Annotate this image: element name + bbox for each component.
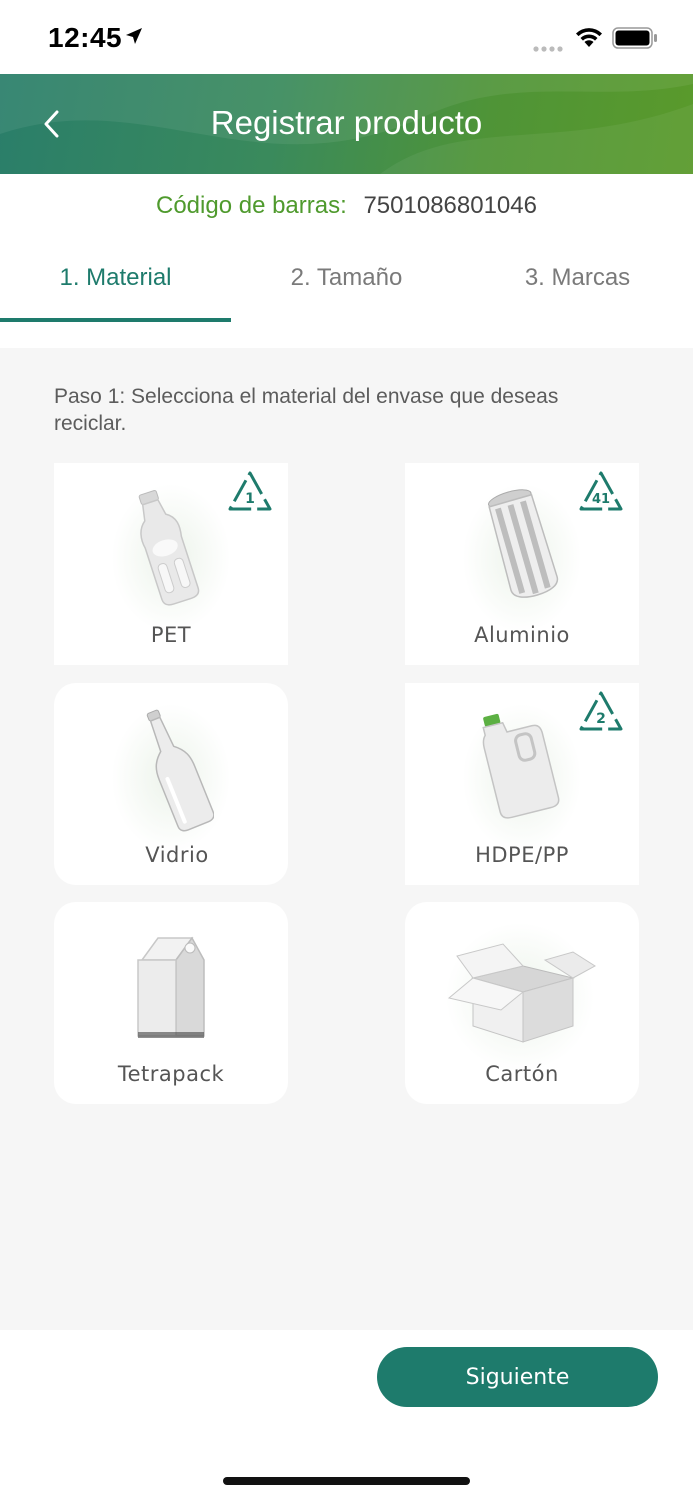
material-card-aluminio[interactable]: 41 Aluminio xyxy=(405,463,639,665)
tab-material[interactable]: 1. Material xyxy=(0,240,231,322)
tab-marcas[interactable]: 3. Marcas xyxy=(462,240,693,322)
status-time: 12:45 xyxy=(48,22,123,53)
material-label: PET xyxy=(150,623,192,647)
material-label: Aluminio xyxy=(474,623,570,647)
aluminum-can-icon xyxy=(488,489,559,598)
battery-icon xyxy=(612,27,658,54)
recycle-icon: 41 xyxy=(579,471,623,511)
location-arrow-icon xyxy=(124,26,144,51)
glass-bottle-icon xyxy=(146,709,214,832)
barcode-row: Código de barras: 7501086801046 xyxy=(0,192,693,220)
cardboard-box-icon xyxy=(447,943,596,1043)
material-label: HDPE/PP xyxy=(475,843,569,867)
material-label: Tetrapack xyxy=(117,1062,225,1086)
tab-tamano[interactable]: 2. Tamaño xyxy=(231,240,462,322)
material-card-pet[interactable]: 1 PET xyxy=(54,463,288,665)
svg-text:41: 41 xyxy=(592,492,610,507)
recycle-icon: 1 xyxy=(228,471,272,511)
material-card-vidrio[interactable]: Vidrio xyxy=(54,683,288,885)
cellular-signal-icon xyxy=(533,40,565,58)
footer: Siguiente xyxy=(0,1330,693,1500)
step-tabs: 1. Material 2. Tamaño 3. Marcas xyxy=(0,240,693,322)
material-label: Cartón xyxy=(485,1062,559,1086)
wifi-icon xyxy=(574,26,604,53)
instruction-text: Paso 1: Selecciona el material del envas… xyxy=(54,385,559,435)
barcode-label: Código de barras: xyxy=(156,192,347,219)
home-indicator xyxy=(223,1477,470,1485)
plastic-bottle-icon xyxy=(138,490,200,606)
recycle-icon: 2 xyxy=(579,691,623,731)
material-selection-area: Paso 1: Selecciona el material del envas… xyxy=(0,348,693,1330)
app-header: Registrar producto xyxy=(0,74,693,174)
material-card-hdpe-pp[interactable]: 2 HDPE/PP xyxy=(405,683,639,885)
status-bar: 12:45 xyxy=(0,0,693,74)
material-card-carton[interactable]: Cartón xyxy=(405,902,639,1104)
material-card-tetrapack[interactable]: Tetrapack xyxy=(54,902,288,1104)
jug-icon xyxy=(482,713,560,819)
barcode-value: 7501086801046 xyxy=(363,192,537,219)
material-label: Vidrio xyxy=(145,843,209,867)
milk-carton-icon xyxy=(137,936,205,1038)
svg-text:2: 2 xyxy=(596,711,606,727)
svg-text:1: 1 xyxy=(245,491,255,507)
page-title: Registrar producto xyxy=(210,104,483,141)
next-button[interactable]: Siguiente xyxy=(377,1347,658,1407)
